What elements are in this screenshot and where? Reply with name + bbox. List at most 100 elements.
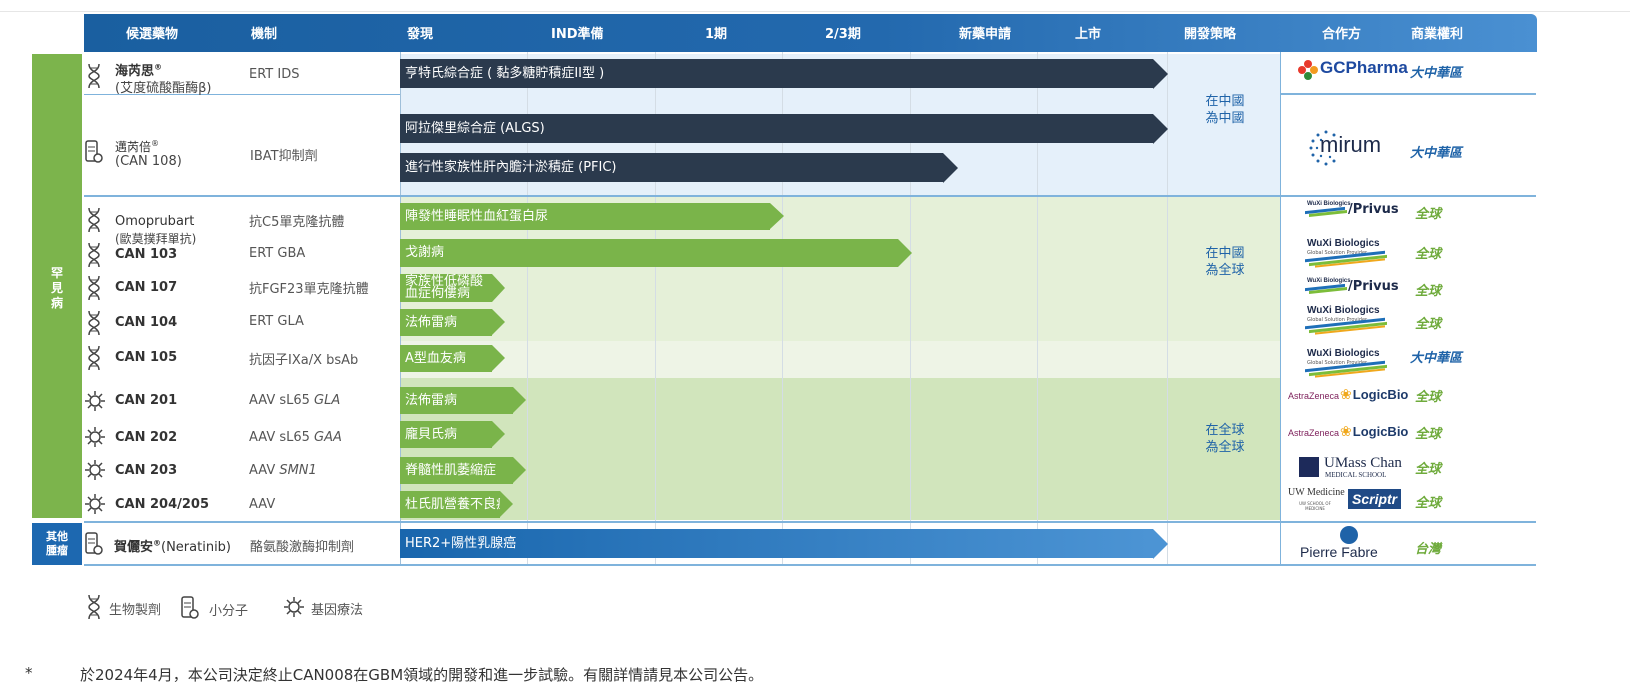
drug-name-omoprubart: Omoprubart <box>115 214 195 229</box>
drug-name-can202: CAN 202 <box>115 430 178 445</box>
bar-arrow <box>1153 114 1168 144</box>
rights-can107: 全球 <box>1415 284 1442 299</box>
row-divider <box>1280 93 1536 95</box>
biologic-icon <box>88 63 100 89</box>
drug-sub-livmarli: (CAN 108) <box>115 154 182 169</box>
pierre-fabre-logo-icon <box>1340 526 1358 544</box>
row-divider <box>84 564 1536 566</box>
drug-name-can103: CAN 103 <box>115 247 178 262</box>
partner-wuxi-logo: WuXi Biologics Global Solution Provider <box>1305 238 1393 268</box>
biologic-icon <box>88 275 100 301</box>
table-header <box>84 14 1537 52</box>
bar-arrow <box>1153 59 1168 89</box>
drug-name-can104: CAN 104 <box>115 315 178 330</box>
rights-can204: 全球 <box>1415 496 1442 511</box>
partner-umass-chan: UMass Chan MEDICAL SCHOOL <box>1299 455 1402 479</box>
partner-wuxi-logo: WuXi Biologics/Privus <box>1305 201 1399 217</box>
small-molecule-icon <box>85 532 103 555</box>
bar-arrow <box>770 203 784 229</box>
legend-gene-therapy-icon <box>284 597 304 617</box>
gc-logo-icon <box>1298 60 1318 80</box>
gene-therapy-icon <box>85 460 105 480</box>
gene-therapy-icon <box>85 494 105 514</box>
rights-omoprubart: 全球 <box>1415 207 1442 222</box>
header-phase23: 2/3期 <box>825 27 861 42</box>
mech-nerlynx: 酪氨酸激酶抑制劑 <box>250 540 355 555</box>
mech-can104: ERT GLA <box>249 314 304 329</box>
partner-az-logicbio: AstraZeneca❀LogicBio <box>1288 424 1409 440</box>
category-rare-label: 罕 見 病 <box>50 266 63 310</box>
drug-name-can201: CAN 201 <box>115 393 178 408</box>
header-rights: 商業權利 <box>1411 27 1464 42</box>
header-launch: 上市 <box>1075 27 1102 42</box>
small-molecule-icon <box>85 140 103 163</box>
bar-arrow <box>513 457 526 483</box>
strategy-china-for-china: 在中國 為中國 <box>1205 94 1245 126</box>
gene-therapy-icon <box>85 427 105 447</box>
partner-wuxi-logo: WuXi Biologics Global Solution Provider <box>1305 348 1393 378</box>
mech-hunterase: ERT IDS <box>249 67 300 82</box>
biologic-icon <box>88 310 100 336</box>
biologic-icon <box>88 207 100 233</box>
partner-wuxi-logo: WuXi Biologics Global Solution Provider <box>1305 305 1393 335</box>
legend-small-molecule-icon <box>181 596 199 619</box>
drug-name-nerlynx: 賀儷安®(Neratinib) <box>114 538 232 555</box>
gene-therapy-icon <box>85 391 105 411</box>
header-discovery: 發現 <box>407 27 434 42</box>
drug-sub-omoprubart: (歐莫撲拜單抗) <box>115 232 197 246</box>
bar-nerlynx: HER2+陽性乳腺癌 <box>400 529 1153 558</box>
grid-line <box>1280 52 1281 565</box>
header-mechanism: 機制 <box>251 27 278 42</box>
rights-can105: 大中華區 <box>1410 351 1463 366</box>
strategy-global-for-global: 在全球 為全球 <box>1205 423 1245 455</box>
bar-can104: 法佈雷病 <box>400 309 492 336</box>
legend-small-molecule: 小分子 <box>209 604 249 619</box>
mech-omoprubart: 抗C5單克隆抗體 <box>249 215 345 230</box>
rights-can202: 全球 <box>1415 427 1442 442</box>
header-phase1: 1期 <box>705 27 728 42</box>
mech-can203: AAV SMN1 <box>249 463 317 478</box>
bar-arrow <box>500 491 513 517</box>
global-band-c <box>400 378 1280 520</box>
drug-name-can204: CAN 204/205 <box>115 497 210 512</box>
bar-can203: 脊髓性肌萎縮症 <box>400 457 513 484</box>
mech-can103: ERT GBA <box>249 246 306 261</box>
bar-can201: 法佈雷病 <box>400 387 513 414</box>
bar-livmarli-algs: 阿拉傑里綜合症 (ALGS) <box>400 114 1153 143</box>
rights-can201: 全球 <box>1415 390 1442 405</box>
drug-sub-hunterase: (艾度硫酸酯酶β) <box>115 81 212 96</box>
bar-omoprubart: 陣發性睡眠性血紅蛋白尿 <box>400 203 770 230</box>
header-strategy: 開發策略 <box>1184 27 1237 42</box>
drug-name-can107: CAN 107 <box>115 280 178 295</box>
bar-arrow <box>492 345 505 371</box>
bar-arrow <box>943 153 958 183</box>
bar-arrow <box>492 274 505 302</box>
partner-mirum: mirum <box>1306 128 1386 168</box>
drug-name-can203: CAN 203 <box>115 463 178 478</box>
bar-arrow <box>492 309 505 335</box>
bar-hunterase: 亨特氏綜合症 ( 黏多糖貯積症II型 ) <box>400 59 1153 88</box>
header-ind: IND準備 <box>551 27 604 42</box>
bar-can103: 戈謝病 <box>400 239 898 267</box>
rights-can103: 全球 <box>1415 247 1442 262</box>
umass-logo-icon <box>1299 457 1319 477</box>
global-band-b <box>400 341 1280 378</box>
biologic-icon <box>88 345 100 371</box>
legend-biologic-icon <box>88 594 100 620</box>
header-partner: 合作方 <box>1322 27 1362 42</box>
mech-can201: AAV sL65 GLA <box>249 393 341 408</box>
partner-pierre-fabre: Pierre Fabre <box>1300 526 1400 562</box>
top-divider <box>0 0 1630 12</box>
mech-can105: 抗因子IXa/X bsAb <box>249 353 359 368</box>
rights-nerlynx: 台灣 <box>1415 542 1442 557</box>
bar-livmarli-pfic: 進行性家族性肝內膽汁淤積症 (PFIC) <box>400 153 943 182</box>
category-oncology-label: 其他 腫瘤 <box>46 530 68 557</box>
bar-arrow <box>513 387 526 413</box>
header-nda: 新藥申請 <box>959 27 1012 42</box>
mech-can204: AAV <box>249 497 276 512</box>
drug-name-can105: CAN 105 <box>115 350 178 365</box>
legend-gene-therapy: 基因療法 <box>311 603 364 618</box>
footnote-mark: * <box>25 664 33 682</box>
bar-arrow <box>898 239 912 267</box>
partner-uw-scriptr: UW Medicine UW SCHOOL OF MEDICINE Script… <box>1288 487 1408 515</box>
